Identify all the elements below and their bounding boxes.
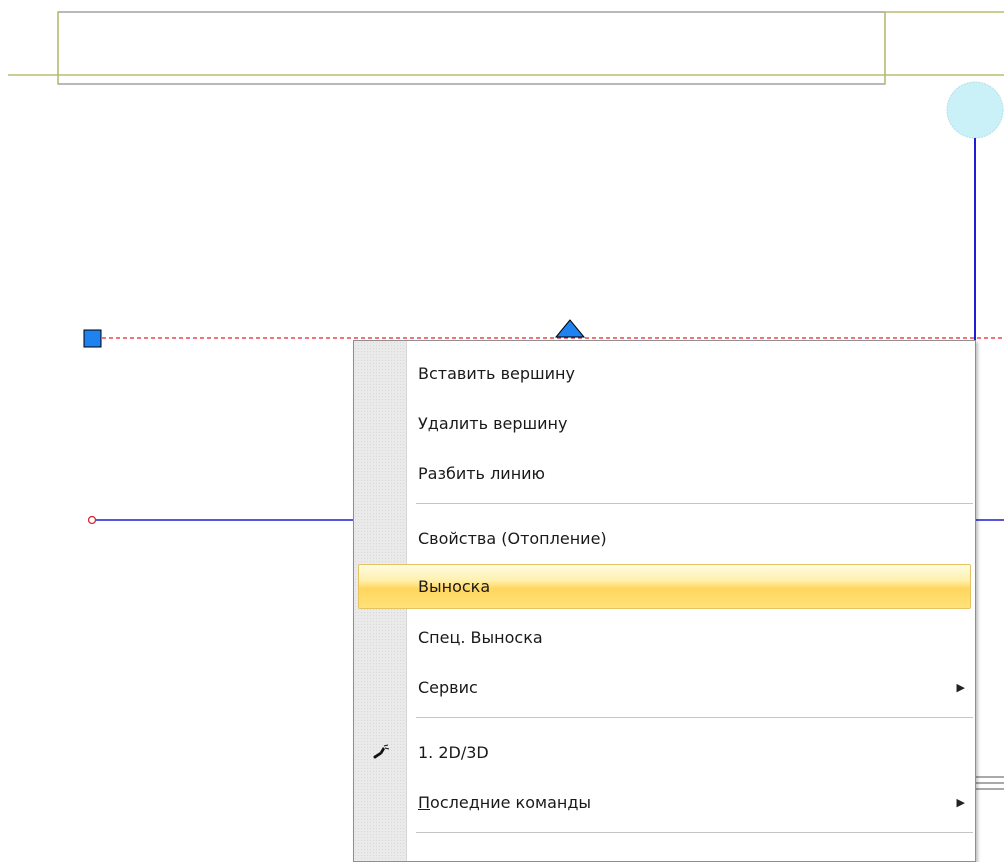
menu-item-insert-vertex[interactable]: Вставить вершину [354, 351, 975, 396]
menu-item-label: Выноска [418, 577, 491, 596]
grip-square[interactable] [83, 329, 102, 348]
room-rectangle [57, 11, 886, 85]
menu-item-special-leader[interactable]: Спец. Выноска [354, 615, 975, 660]
submenu-arrow-icon: ▶ [956, 681, 965, 694]
menu-separator [416, 832, 973, 833]
menu-item-label: Последние команды [418, 793, 591, 812]
menu-item-split-line[interactable]: Разбить линию [354, 451, 975, 496]
menu-item-properties[interactable]: Свойства (Отопление) [354, 516, 975, 561]
menu-item-label: Сервис [418, 678, 478, 697]
menu-item-label: 1. 2D/3D [418, 743, 489, 762]
menu-item-label: Спец. Выноска [418, 628, 543, 647]
menu-separator [416, 717, 973, 718]
menu-item-2d-3d[interactable]: 1. 2D/3D [354, 730, 975, 775]
pipe-tool-icon [373, 744, 390, 759]
menu-item-leader[interactable]: Выноска [358, 564, 971, 609]
menu-item-label: Свойства (Отопление) [418, 529, 607, 548]
menu-separator [416, 503, 973, 504]
menu-item-label: Удалить вершину [418, 414, 568, 433]
menu-item-delete-vertex[interactable]: Удалить вершину [354, 401, 975, 446]
submenu-arrow-icon: ▶ [956, 796, 965, 809]
menu-item-label-rest: оследние команды [430, 793, 592, 812]
accelerator-key: П [418, 793, 431, 812]
menu-item-label: Вставить вершину [418, 364, 575, 383]
menu-item-service[interactable]: Сервис ▶ [354, 665, 975, 710]
pipe-endpoint[interactable] [87, 515, 97, 525]
context-menu: Вставить вершину Удалить вершину Разбить… [353, 340, 976, 862]
menu-item-label: Разбить линию [418, 464, 546, 483]
riser-circle[interactable] [946, 81, 1004, 139]
grip-triangle[interactable] [554, 319, 586, 338]
menu-item-recent-commands[interactable]: Последние команды ▶ [354, 780, 975, 825]
